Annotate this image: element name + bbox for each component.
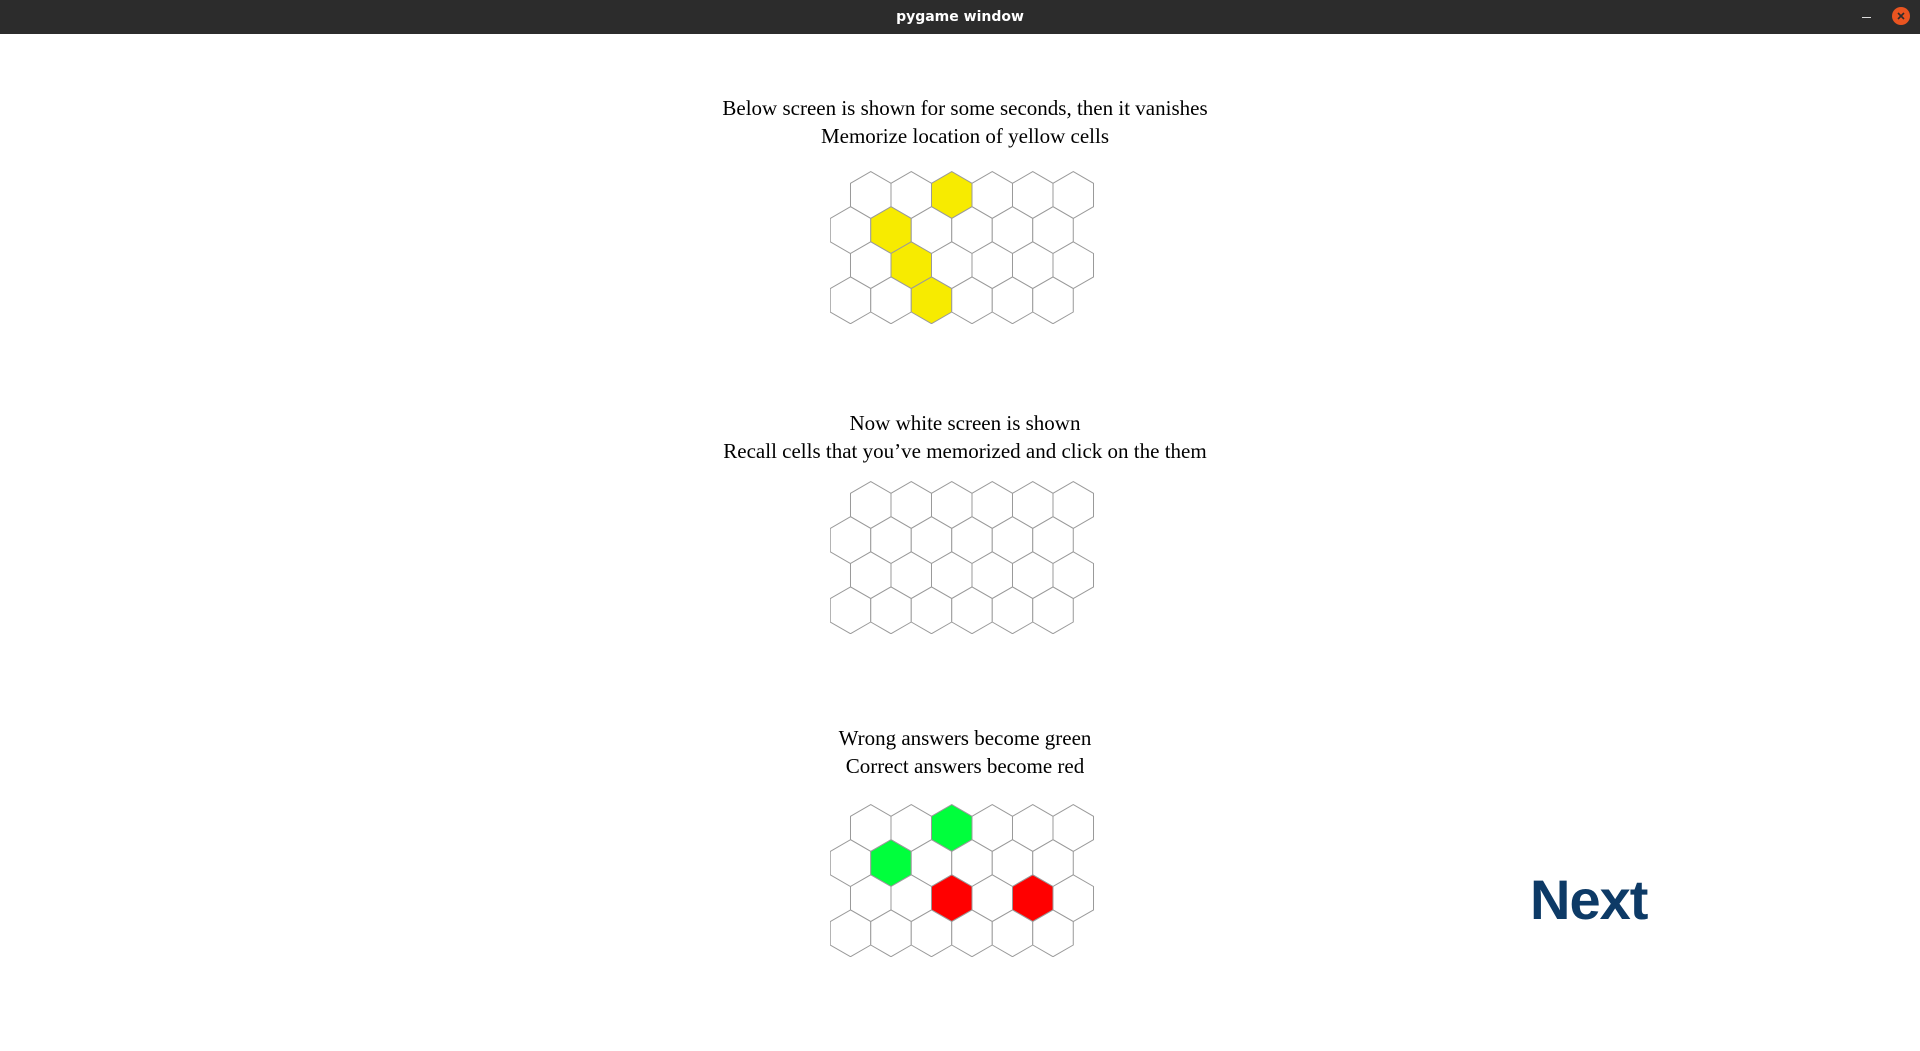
panel-2-line-2: Recall cells that you’ve memorized and c… <box>723 439 1207 463</box>
panel-3-line-1: Wrong answers become green <box>838 726 1092 750</box>
hex-grid-results <box>830 804 1095 957</box>
panel-1-line-2: Memorize location of yellow cells <box>820 124 1110 148</box>
title-bar: pygame window <box>0 0 1920 34</box>
panel-3-instructions: Wrong answers become green Correct answe… <box>610 724 1320 780</box>
panel-2-instructions: Now white screen is shown Recall cells t… <box>610 409 1320 465</box>
panel-1-instructions: Below screen is shown for some seconds, … <box>610 94 1320 150</box>
close-button[interactable] <box>1892 7 1910 25</box>
minimize-icon <box>1861 16 1871 18</box>
hex-grid-recall[interactable] <box>830 480 1100 634</box>
game-canvas: Below screen is shown for some seconds, … <box>0 34 1920 1051</box>
next-button[interactable]: Next <box>1530 870 1660 930</box>
panel-1-line-1: Below screen is shown for some seconds, … <box>722 96 1208 120</box>
panel-3-line-2: Correct answers become red <box>845 754 1085 778</box>
window-title: pygame window <box>896 9 1024 25</box>
close-icon <box>1897 12 1905 20</box>
hex-grid-memorize <box>830 171 1095 324</box>
minimize-button[interactable] <box>1856 7 1876 27</box>
panel-2-line-1: Now white screen is shown <box>849 411 1081 435</box>
